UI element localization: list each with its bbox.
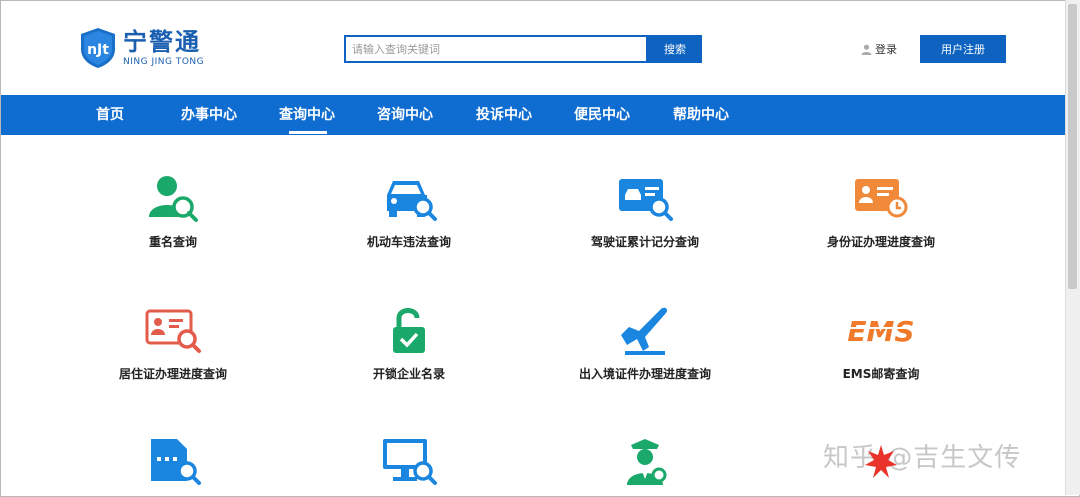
ems-logo: EMS	[847, 315, 914, 348]
register-button[interactable]: 用户注册	[920, 35, 1006, 63]
person-search-icon	[149, 176, 198, 222]
scrollbar-thumb[interactable]	[1068, 4, 1077, 289]
id-card-clock-icon	[855, 179, 908, 218]
nav-item-service-center[interactable]: 办事中心	[181, 95, 237, 135]
red-splash-icon	[865, 445, 897, 478]
main-nav: 首页 办事中心 查询中心 咨询中心 投诉中心 便民中心 帮助中心	[1, 95, 1065, 135]
service-tile[interactable]: 机动车违法查询	[309, 173, 509, 250]
nav-item-consult-center[interactable]: 咨询中心	[377, 95, 433, 135]
document-search-icon	[151, 439, 201, 485]
logo-title: 宁警通	[123, 28, 201, 56]
search-bar: 搜索	[344, 35, 702, 63]
nav-active-indicator	[289, 131, 327, 134]
vertical-scrollbar[interactable]	[1065, 0, 1080, 495]
nav-item-query-center[interactable]: 查询中心	[279, 95, 335, 135]
user-icon	[861, 44, 872, 55]
login-label: 登录	[875, 43, 897, 56]
search-button[interactable]: 搜索	[648, 35, 702, 63]
service-label: EMS邮寄查询	[842, 367, 920, 381]
service-tile[interactable]	[73, 435, 273, 495]
license-search-icon	[619, 179, 673, 221]
nav-item-complaint-center[interactable]: 投诉中心	[476, 95, 532, 135]
service-label: 出入境证件办理进度查询	[578, 367, 711, 381]
nav-item-home[interactable]: 首页	[96, 95, 124, 135]
unlock-icon	[393, 308, 425, 353]
watermark-text: 知乎 @吉生文传	[823, 443, 1022, 473]
service-tile[interactable]: 重名查询	[73, 173, 273, 250]
nav-item-help-center[interactable]: 帮助中心	[673, 95, 729, 135]
service-label: 机动车违法查询	[366, 235, 451, 249]
service-tile[interactable]	[545, 435, 745, 495]
airplane-icon	[621, 307, 668, 355]
service-tile[interactable]: 居住证办理进度查询	[73, 305, 273, 382]
service-tile[interactable]: 开锁企业名录	[309, 305, 509, 382]
login-link[interactable]: 登录	[861, 41, 897, 57]
logo-subtitle: NING JING TONG	[123, 57, 205, 67]
car-search-icon	[387, 181, 437, 221]
site-logo[interactable]: nJt 宁警通 NING JING TONG	[79, 27, 204, 69]
shield-logo-icon: nJt	[81, 28, 115, 68]
svg-text:nJt: nJt	[87, 42, 109, 58]
service-tile[interactable]: EMS EMS邮寄查询	[781, 305, 981, 382]
residence-card-search-icon	[145, 309, 201, 353]
service-tile[interactable]: 身份证办理进度查询	[781, 173, 981, 250]
service-label: 居住证办理进度查询	[118, 367, 227, 381]
search-input[interactable]	[344, 35, 648, 63]
service-tile[interactable]: 驾驶证累计记分查询	[545, 173, 745, 250]
police-officer-icon	[627, 439, 667, 485]
nav-item-convenience-center[interactable]: 便民中心	[574, 95, 630, 135]
monitor-search-icon	[383, 439, 437, 485]
service-label: 驾驶证累计记分查询	[590, 235, 699, 249]
svg-text:EMS: EMS	[847, 315, 914, 348]
service-label: 重名查询	[148, 235, 197, 249]
browser-viewport: nJt 宁警通 NING JING TONG 搜索 登录 用户注册 首页 办事中…	[0, 0, 1080, 497]
service-tile[interactable]: 出入境证件办理进度查询	[545, 305, 745, 382]
service-label: 身份证办理进度查询	[826, 235, 935, 249]
service-label: 开锁企业名录	[372, 367, 445, 381]
service-tile[interactable]	[309, 435, 509, 495]
